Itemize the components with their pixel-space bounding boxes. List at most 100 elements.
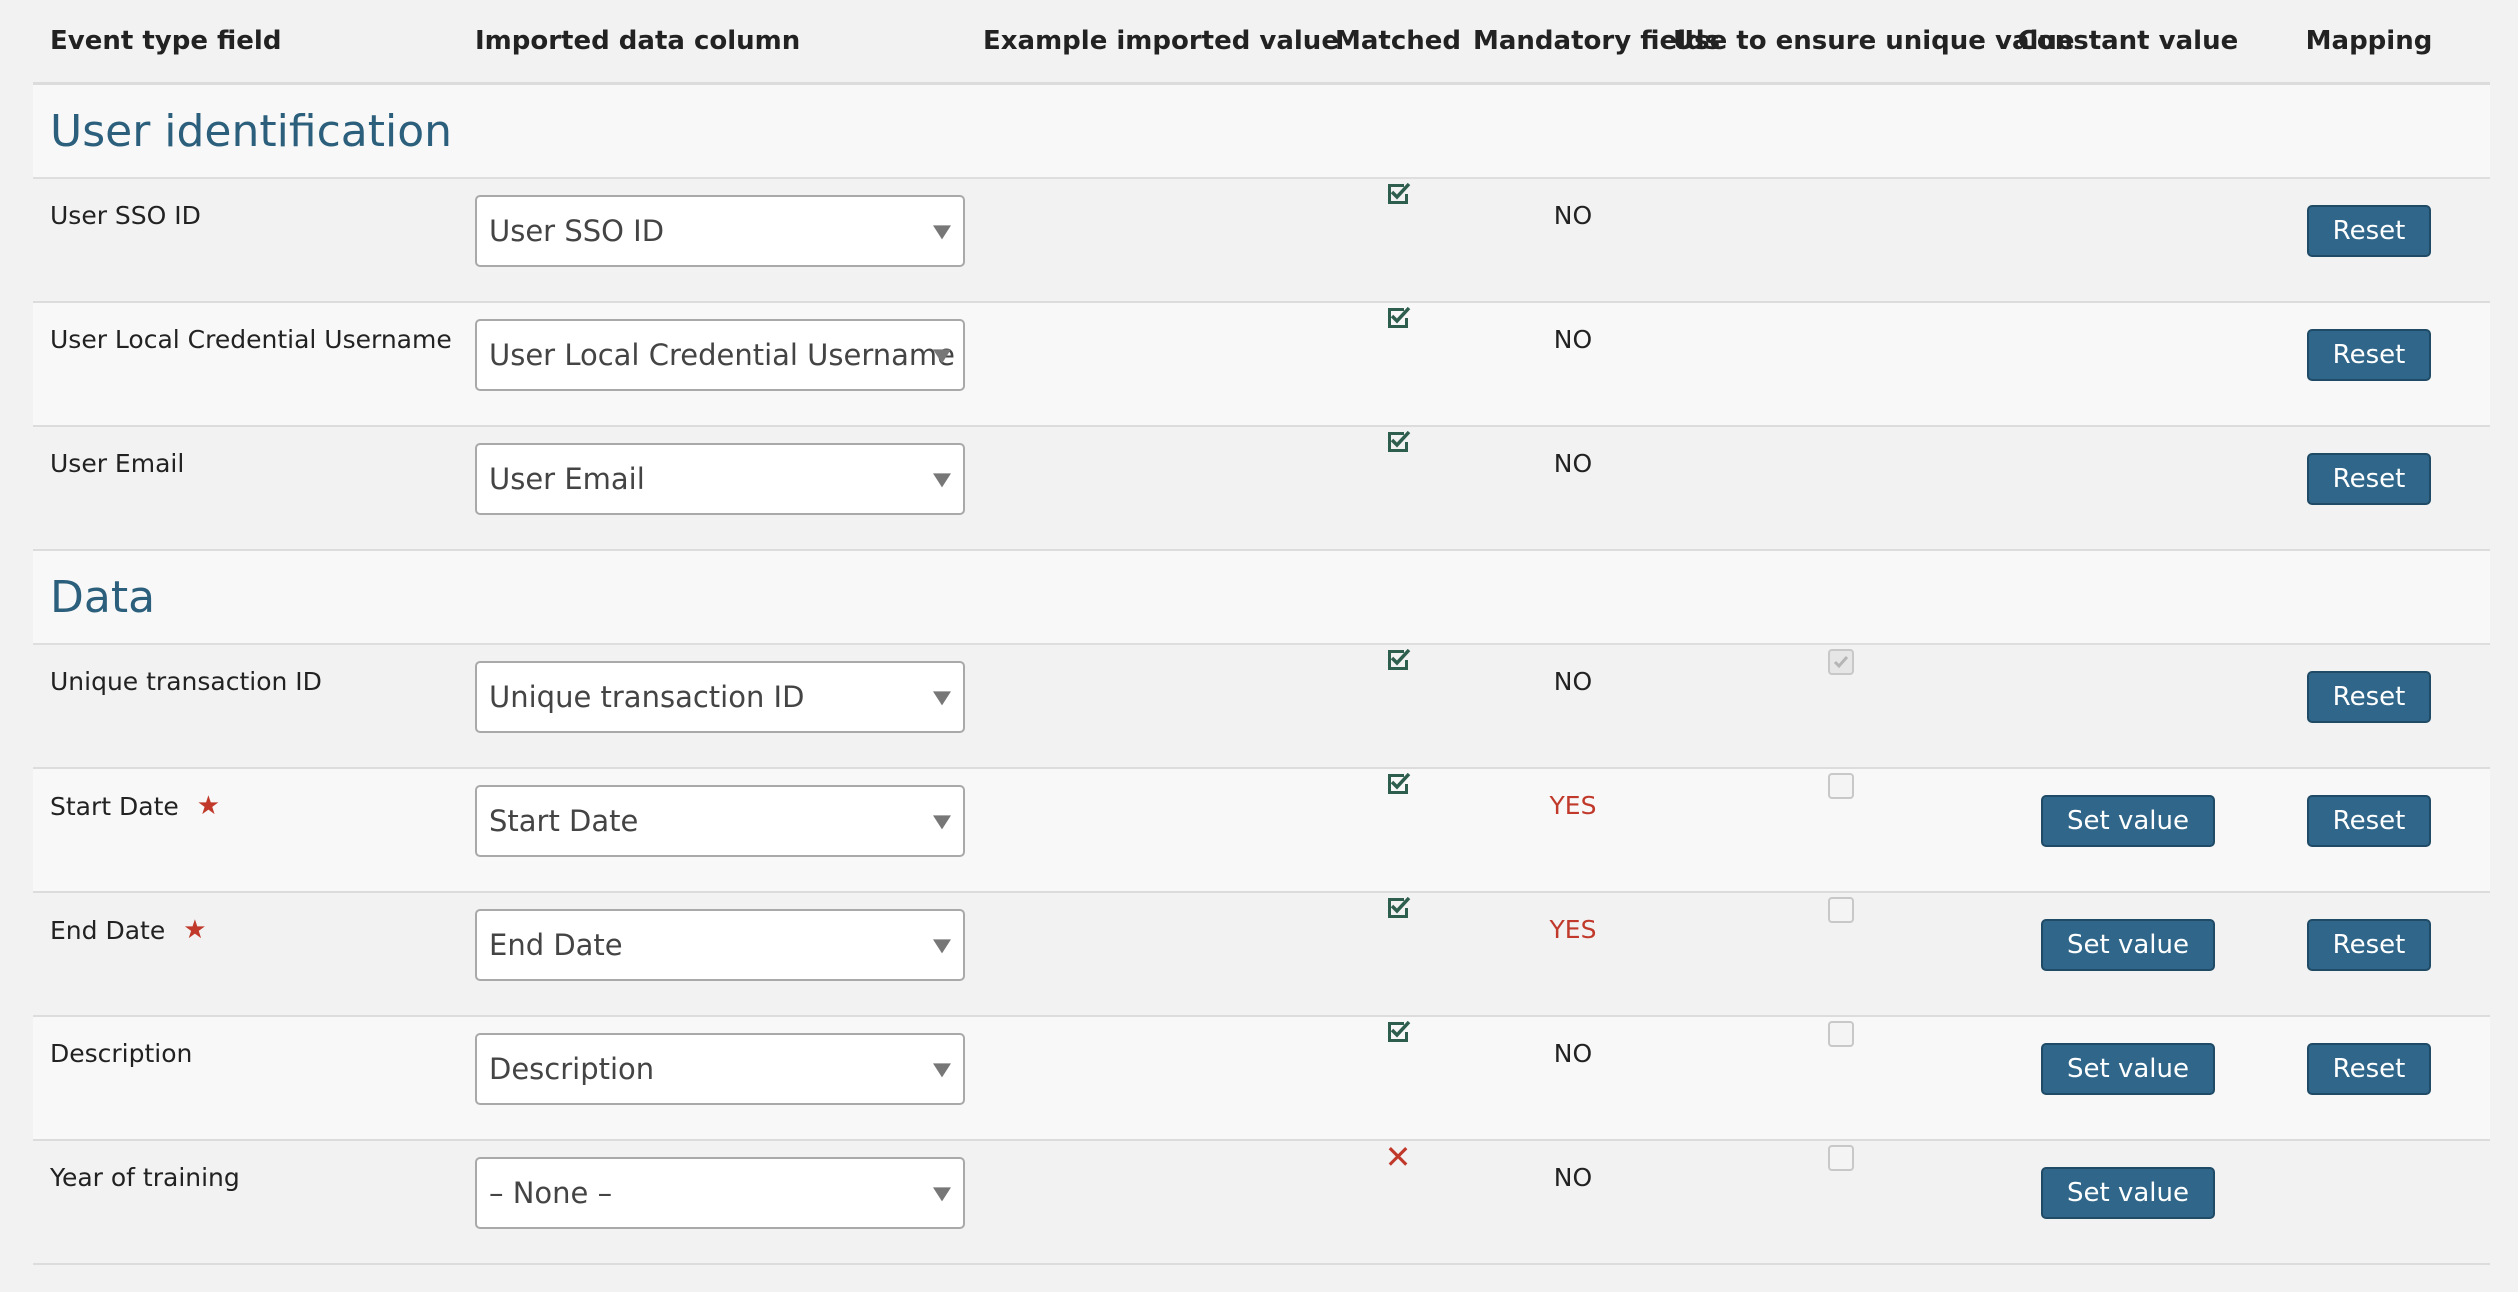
field-label: User SSO ID: [33, 179, 458, 230]
table-row: Start Date ★ Start Date YES Set value Res…: [33, 768, 2490, 893]
example-value-cell: [983, 644, 1323, 769]
matched-check-icon: [1385, 771, 1411, 797]
table-row: User Local Credential Username User Loca…: [33, 302, 2490, 427]
constant-value-cell: [2008, 644, 2248, 769]
imported-column-select[interactable]: Description: [475, 1033, 965, 1105]
imported-column-select[interactable]: User Email: [475, 443, 965, 515]
dropdown-arrow-icon: [933, 1063, 951, 1078]
select-value: Description: [489, 1052, 655, 1086]
field-label: User Local Credential Username: [33, 303, 458, 354]
field-label: End Date ★: [33, 893, 458, 945]
imported-column-select[interactable]: End Date: [475, 909, 965, 981]
imported-column-select[interactable]: – None –: [475, 1157, 965, 1229]
matched-check-icon: [1385, 305, 1411, 331]
field-name: User Local Credential Username: [50, 325, 452, 354]
mandatory-value: YES: [1549, 915, 1597, 944]
mandatory-value: NO: [1553, 667, 1593, 696]
constant-value-cell: [2008, 426, 2248, 551]
mandatory-value: NO: [1553, 201, 1593, 230]
header-event-type-field: Event type field: [33, 0, 458, 85]
table-row: End Date ★ End Date YES Set value Reset: [33, 892, 2490, 1017]
table-row: User SSO ID User SSO ID NO Reset: [33, 178, 2490, 303]
imported-column-select[interactable]: Start Date: [475, 785, 965, 857]
select-value: Start Date: [489, 804, 639, 838]
mandatory-value: NO: [1553, 1163, 1593, 1192]
set-value-button[interactable]: Set value: [2041, 919, 2215, 971]
reset-button[interactable]: Reset: [2306, 1043, 2432, 1095]
unique-value-checkbox[interactable]: [1827, 773, 1854, 799]
mapping-cell: [2248, 1140, 2490, 1265]
matched-check-icon: [1385, 895, 1411, 921]
constant-value-cell: [2008, 302, 2248, 427]
matched-check-icon: [1385, 647, 1411, 673]
select-value: User SSO ID: [489, 214, 665, 248]
table-row: Description Description NO Set value Res…: [33, 1016, 2490, 1141]
header-mandatory-fields: Mandatory fields: [1473, 0, 1720, 85]
set-value-button[interactable]: Set value: [2041, 1043, 2215, 1095]
field-label: Start Date ★: [33, 769, 458, 821]
field-label: Year of training: [33, 1141, 458, 1192]
unique-value-cell: [1673, 178, 2008, 303]
mandatory-value: NO: [1553, 325, 1593, 354]
reset-button[interactable]: Reset: [2306, 795, 2432, 847]
select-value: End Date: [489, 928, 623, 962]
unique-value-checkbox[interactable]: [1827, 1145, 1854, 1171]
not-matched-cross-icon: ✕: [1384, 1138, 1412, 1176]
reset-button[interactable]: Reset: [2306, 919, 2432, 971]
field-name: End Date: [50, 915, 166, 945]
select-value: User Local Credential Username: [489, 338, 956, 372]
imported-column-select[interactable]: User SSO ID: [475, 195, 965, 267]
dropdown-arrow-icon: [933, 225, 951, 240]
section-title-user-identification: User identification: [33, 83, 2490, 179]
matched-check-icon: [1385, 429, 1411, 455]
section-row-data: Data: [33, 550, 2490, 645]
field-mapping-table-wrap: Event type field Imported data column Ex…: [33, 0, 2490, 1265]
set-value-button[interactable]: Set value: [2041, 795, 2215, 847]
dropdown-arrow-icon: [933, 691, 951, 706]
mandatory-value: YES: [1549, 791, 1597, 820]
example-value-cell: [983, 302, 1323, 427]
field-name: Start Date: [50, 791, 179, 821]
reset-button[interactable]: Reset: [2306, 205, 2432, 257]
header-unique-value: Use to ensure unique value: [1673, 0, 2075, 85]
field-name: Unique transaction ID: [50, 667, 322, 696]
field-name: Year of training: [50, 1163, 240, 1192]
dropdown-arrow-icon: [933, 1187, 951, 1202]
header-constant-value: Constant value: [2008, 0, 2248, 85]
required-star-icon: ★: [183, 915, 207, 945]
unique-value-checkbox[interactable]: [1827, 897, 1854, 923]
header-matched: Matched: [1323, 0, 1473, 85]
set-value-button[interactable]: Set value: [2041, 1167, 2215, 1219]
select-value: – None –: [489, 1176, 613, 1210]
reset-button[interactable]: Reset: [2306, 329, 2432, 381]
field-name: User Email: [50, 449, 185, 478]
dropdown-arrow-icon: [933, 815, 951, 830]
dropdown-arrow-icon: [933, 473, 951, 488]
field-label: User Email: [33, 427, 458, 478]
field-label: Unique transaction ID: [33, 645, 458, 696]
example-value-cell: [983, 178, 1323, 303]
imported-column-select[interactable]: Unique transaction ID: [475, 661, 965, 733]
reset-button[interactable]: Reset: [2306, 671, 2432, 723]
unique-value-cell: [1673, 426, 2008, 551]
header-mapping: Mapping: [2248, 0, 2490, 85]
select-value: User Email: [489, 462, 645, 496]
field-name: User SSO ID: [50, 201, 201, 230]
constant-value-cell: [2008, 178, 2248, 303]
matched-check-icon: [1385, 1019, 1411, 1045]
table-header-row: Event type field Imported data column Ex…: [33, 0, 2490, 85]
section-row-user-identification: User identification: [33, 83, 2490, 179]
imported-column-select[interactable]: User Local Credential Username: [475, 319, 965, 391]
unique-value-cell: [1673, 302, 2008, 427]
dropdown-arrow-icon: [933, 349, 951, 364]
table-row: Unique transaction ID Unique transaction…: [33, 644, 2490, 769]
mandatory-value: NO: [1553, 1039, 1593, 1068]
table-row: Year of training – None – ✕ NO Set value: [33, 1138, 2490, 1265]
table-row: User Email User Email NO Reset: [33, 426, 2490, 551]
example-value-cell: [983, 892, 1323, 1017]
unique-value-checkbox-checked: [1827, 649, 1854, 675]
header-example-imported-value: Example imported value: [983, 0, 1339, 85]
unique-value-checkbox[interactable]: [1827, 1021, 1854, 1047]
example-value-cell: [983, 426, 1323, 551]
reset-button[interactable]: Reset: [2306, 453, 2432, 505]
